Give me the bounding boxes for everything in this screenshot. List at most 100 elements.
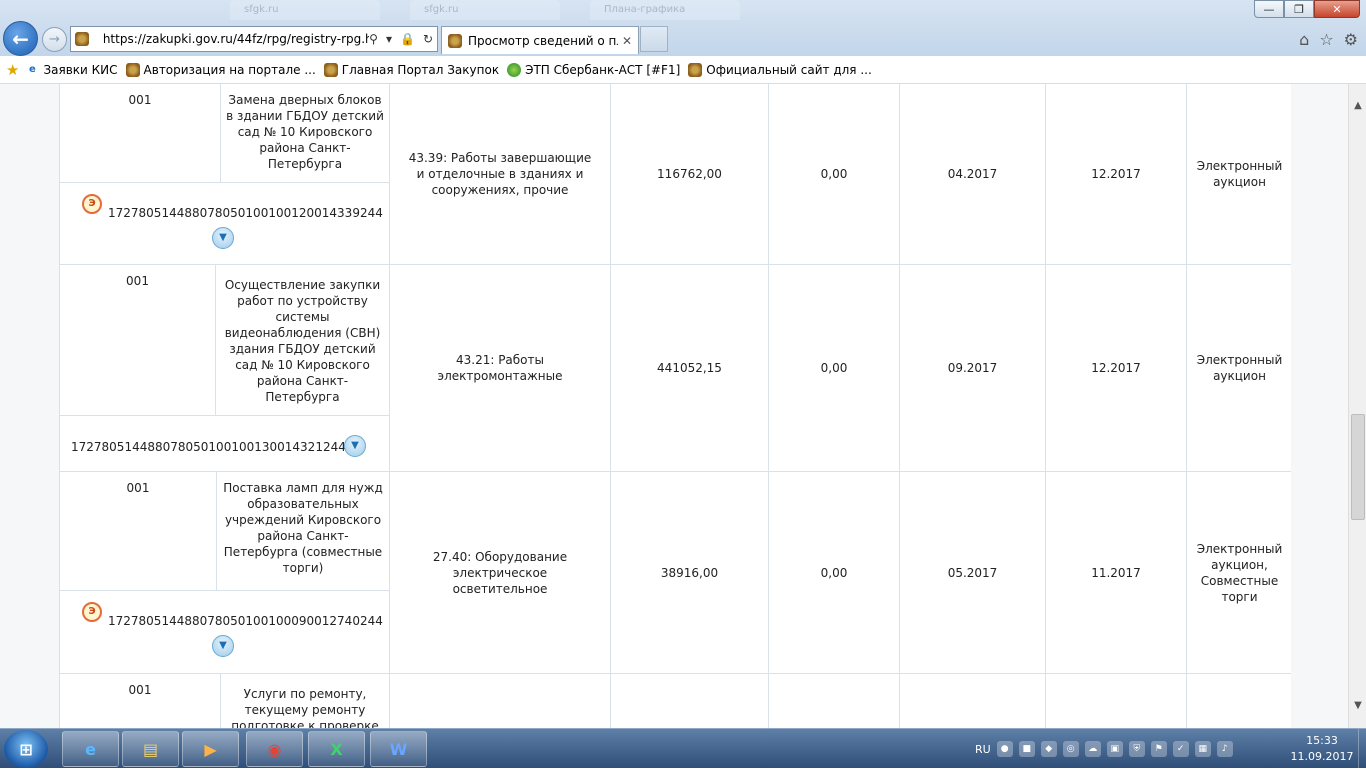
new-tab-button[interactable] — [640, 26, 668, 52]
start-date-cell — [900, 674, 1046, 728]
tab-active[interactable]: Просмотр сведений о пла... ✕ — [441, 26, 639, 54]
scroll-down-icon[interactable]: ▼ — [1349, 696, 1366, 714]
minimize-button[interactable]: — — [1254, 0, 1284, 18]
method-text: Электронный аукцион — [1196, 159, 1283, 189]
method-cell: Электронный аукцион — [1187, 84, 1292, 264]
eagle-icon — [688, 62, 703, 77]
end-date: 11.2017 — [1091, 565, 1141, 580]
explorer-icon: ▤ — [142, 739, 159, 759]
table-row: 001 Поставка ламп для нужд образовательн… — [60, 472, 1291, 674]
favorites-star-icon[interactable]: ★ — [6, 61, 19, 79]
method-text: Электронный аукцион — [1196, 353, 1283, 383]
taskbar-app-ie[interactable]: e — [62, 731, 119, 767]
start-date-cell: 05.2017 — [900, 472, 1046, 673]
method-text: Электронный аукцион, Совместные торги — [1196, 541, 1283, 604]
back-button[interactable]: ← — [3, 21, 38, 56]
advance-value: 0,00 — [820, 565, 848, 580]
favorite-label: Авторизация на портале ... — [143, 62, 316, 77]
system-tray: RU ● ■ ◆ ◎ ☁ ▣ ⛨ ⚑ ✓ ▦ ♪ — [975, 733, 1295, 765]
star-icon[interactable]: ☆ — [1319, 30, 1333, 49]
taskbar-app-media[interactable]: ▶ — [182, 731, 239, 767]
purchase-plan-table: 001 Замена дверных блоков в здании ГБДОУ… — [59, 84, 1291, 728]
security-check-icon[interactable]: ✓ — [1172, 741, 1189, 757]
okpd-text: 43.39: Работы завершающие и отделочные в… — [408, 151, 592, 197]
site-eagle-icon — [75, 32, 89, 46]
advance-cell — [769, 674, 900, 728]
tray-app-icon[interactable]: ■ — [1018, 741, 1035, 757]
ie-icon: e — [29, 64, 36, 75]
gear-icon[interactable]: ⚙ — [1344, 30, 1358, 49]
taskbar-app-excel[interactable]: X — [308, 731, 365, 767]
start-date: 05.2017 — [947, 565, 998, 580]
language-indicator[interactable]: RU — [975, 743, 991, 756]
amount-cell: 38916,00 — [611, 472, 769, 673]
taskbar-app-explorer[interactable]: ▤ — [122, 731, 179, 767]
end-date-cell: 11.2017 — [1046, 472, 1187, 673]
maximize-button[interactable]: ❐ — [1284, 0, 1314, 18]
purchase-code[interactable]: 172780514488078050100100090012740244 — [108, 613, 383, 629]
favorite-link[interactable]: ЭТП Сбербанк-АСТ [#F1] — [507, 62, 681, 77]
scroll-thumb[interactable] — [1351, 414, 1365, 520]
show-desktop-button[interactable] — [1358, 729, 1366, 769]
background-tab[interactable]: sfgk.ru — [410, 0, 560, 20]
purchase-name: Осуществление закупки работ по устройств… — [224, 278, 381, 404]
purchase-code[interactable]: 172780514488078050100100130014321244 — [71, 439, 346, 455]
okpd-text: 27.40: Оборудование электрическое освети… — [432, 549, 568, 596]
home-icon[interactable]: ⌂ — [1299, 30, 1309, 49]
scroll-up-icon[interactable]: ▲ — [1349, 96, 1366, 114]
tab-close-icon[interactable]: ✕ — [622, 34, 632, 48]
favorite-label: ЭТП Сбербанк-АСТ [#F1] — [525, 62, 681, 77]
expand-chevron-icon[interactable]: ▼ — [212, 227, 234, 249]
clock[interactable]: 15:33 11.09.2017 — [1286, 733, 1358, 765]
lock-icon[interactable]: 🔒 — [400, 32, 415, 46]
name-cell: 001 Замена дверных блоков в здании ГБДОУ… — [60, 84, 390, 264]
taskbar-app-chrome[interactable]: ◉ — [246, 731, 303, 767]
okpd-cell: 27.40: Оборудование электрическое освети… — [390, 472, 611, 673]
eagle-icon — [323, 62, 338, 77]
start-date-cell: 04.2017 — [900, 84, 1046, 264]
favorite-link[interactable]: Официальный сайт для ... — [688, 62, 872, 77]
favorite-link[interactable]: Авторизация на портале ... — [125, 62, 316, 77]
purchase-name: Услуги по ремонту, текущему ремонту подг… — [231, 687, 379, 728]
tray-app-icon[interactable]: ◎ — [1062, 741, 1079, 757]
end-date-cell: 12.2017 — [1046, 84, 1187, 264]
tray-app-icon[interactable]: ◆ — [1040, 741, 1057, 757]
expand-chevron-icon[interactable]: ▼ — [212, 635, 234, 657]
favorite-link[interactable]: Главная Портал Закупок — [323, 62, 499, 77]
divider — [60, 415, 390, 416]
network-icon[interactable]: ▦ — [1194, 741, 1211, 757]
divider — [60, 590, 390, 591]
start-button[interactable]: ⊞ — [4, 730, 48, 768]
cloud-icon[interactable]: ☁ — [1084, 741, 1101, 757]
name-cell: 001 Поставка ламп для нужд образовательн… — [60, 472, 390, 673]
refresh-icon[interactable]: ↻ — [423, 32, 433, 46]
expand-chevron-icon[interactable]: ▼ — [344, 435, 366, 457]
taskbar-app-word[interactable]: W — [370, 731, 427, 767]
amount-value: 38916,00 — [660, 565, 719, 580]
vertical-scrollbar[interactable]: ▲ ▼ — [1348, 84, 1366, 728]
forward-button[interactable]: → — [42, 27, 67, 52]
flag-icon[interactable]: ⚑ — [1150, 741, 1167, 757]
background-tab[interactable]: Плана-графика — [590, 0, 740, 20]
okpd-text: 43.21: Работы электромонтажные — [437, 353, 563, 383]
background-tab[interactable]: sfgk.ru — [230, 0, 380, 20]
shield-icon[interactable]: ⛨ — [1128, 741, 1145, 757]
row-number: 001 — [128, 93, 152, 107]
tray-app-icon[interactable]: ▣ — [1106, 741, 1123, 757]
favorite-link[interactable]: e Заявки КИС — [25, 63, 117, 77]
media-player-icon: ▶ — [204, 739, 217, 759]
tray-app-icon[interactable]: ● — [996, 741, 1013, 757]
url-text[interactable]: https://zakupki.gov.ru/44fz/rpg/registry… — [103, 32, 369, 46]
search-icon[interactable]: ⚲ — [369, 32, 378, 46]
purchase-code[interactable]: 172780514488078050100100120014339244 — [108, 205, 383, 221]
address-bar[interactable]: https://zakupki.gov.ru/44fz/rpg/registry… — [70, 26, 438, 52]
volume-icon[interactable]: ♪ — [1216, 741, 1233, 757]
favorite-label: Заявки КИС — [43, 62, 118, 77]
chrome-icon: ◉ — [267, 739, 282, 759]
close-button[interactable]: ✕ — [1314, 0, 1360, 18]
divider — [60, 182, 390, 183]
table-row: 001 Осуществление закупки работ по устро… — [60, 265, 1291, 472]
dropdown-icon[interactable]: ▾ — [386, 32, 392, 46]
end-date-cell: 12.2017 — [1046, 265, 1187, 471]
start-date-cell: 09.2017 — [900, 265, 1046, 471]
